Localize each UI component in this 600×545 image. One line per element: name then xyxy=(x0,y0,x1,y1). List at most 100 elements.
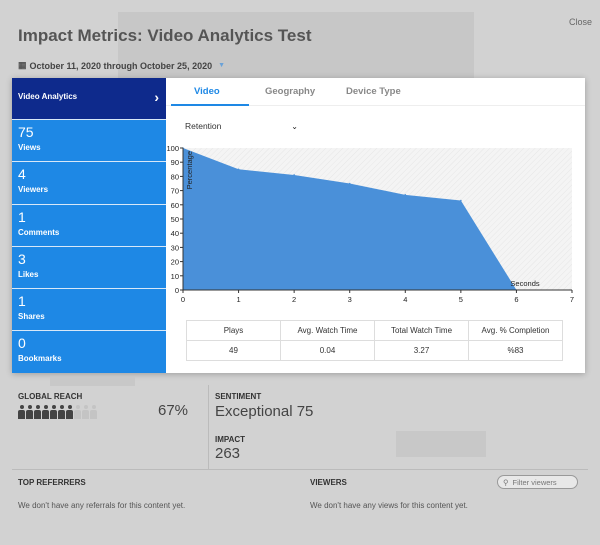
retention-chart: 0 10 20 30 40 50 60 70 80 90 100 0 1 2 3 4 5 6 7 Percentage… xyxy=(166,144,574,304)
metric-label: Shares xyxy=(18,312,45,322)
metric-value: 0 xyxy=(18,335,26,352)
person-icon xyxy=(42,405,49,419)
x-tick-label: 2 xyxy=(292,295,296,304)
metric-shares[interactable]: 1 Shares xyxy=(12,288,166,330)
active-tab-indicator xyxy=(171,104,249,106)
page-title: Impact Metrics: Video Analytics Test xyxy=(18,26,312,45)
stats-header-completion: Avg. % Completion xyxy=(468,320,563,341)
sidebar-title: Video Analytics xyxy=(18,92,78,101)
stats-header-plays: Plays xyxy=(186,320,281,341)
y-tick-label: 10 xyxy=(171,272,179,281)
person-icon xyxy=(18,405,25,419)
stats-value-avg-watch: 0.04 xyxy=(280,340,375,361)
y-tick-label: 80 xyxy=(171,172,179,181)
y-tick-label: 60 xyxy=(171,201,179,210)
metric-views[interactable]: 75 Views xyxy=(12,119,166,161)
person-icon xyxy=(74,405,81,419)
y-tick-label: 100 xyxy=(166,144,179,153)
y-tick-label: 20 xyxy=(171,258,179,267)
stats-value-row: 49 0.04 3.27 %83 xyxy=(186,340,563,361)
impact-value: 263 xyxy=(215,445,241,462)
chevron-right-icon: › xyxy=(154,89,159,105)
metric-value: 4 xyxy=(18,166,26,183)
y-tick-label: 50 xyxy=(171,215,179,224)
sentiment-label: SENTIMENT xyxy=(215,392,262,401)
calendar-icon: ▦ xyxy=(18,60,27,70)
y-tick-label: 30 xyxy=(171,243,179,252)
metric-comments[interactable]: 1 Comments xyxy=(12,203,166,246)
top-referrers-message: We don't have any referrals for this con… xyxy=(18,501,186,510)
data-point xyxy=(460,199,462,202)
metric-value: 75 xyxy=(18,124,34,140)
stats-header-total-watch: Total Watch Time xyxy=(374,320,469,341)
y-tick-label: 40 xyxy=(171,229,179,238)
divider xyxy=(208,385,209,469)
person-icon xyxy=(50,405,57,419)
top-referrers-label: TOP REFERRERS xyxy=(18,478,86,487)
x-tick-label: 3 xyxy=(348,295,352,304)
date-range-picker[interactable]: ▦ October 11, 2020 through October 25, 2… xyxy=(18,60,225,71)
impact-summary: GLOBAL REACH 67% SENTIMENT Exceptional 7… xyxy=(0,373,600,545)
stats-value-total-watch: 3.27 xyxy=(374,340,469,361)
y-axis-label: Percentage xyxy=(185,151,194,189)
divider xyxy=(12,469,588,470)
tab-device-type[interactable]: Device Type xyxy=(346,86,401,97)
metric-select[interactable]: Retention ⌄ xyxy=(182,118,300,134)
data-point xyxy=(237,168,240,171)
x-tick-label: 4 xyxy=(403,295,407,304)
video-analytics-modal: Video Analytics › 75 Views 4 Viewers 1 C… xyxy=(12,78,585,373)
stats-header-row: Plays Avg. Watch Time Total Watch Time A… xyxy=(186,320,563,341)
data-point xyxy=(404,194,407,196)
x-axis-label: Seconds xyxy=(510,279,539,288)
sentiment-value: Exceptional 75 xyxy=(215,403,314,420)
chevron-down-icon: ▼ xyxy=(218,62,226,69)
tab-video[interactable]: Video xyxy=(194,86,220,97)
y-tick-label: 70 xyxy=(171,187,179,196)
metric-bookmarks[interactable]: 0 Bookmarks xyxy=(12,330,166,372)
viewers-message: We don't have any views for this content… xyxy=(310,501,468,510)
filter-viewers-input[interactable]: ⚲ Filter viewers xyxy=(497,475,578,489)
x-tick-label: 1 xyxy=(236,295,240,304)
stats-table: Plays Avg. Watch Time Total Watch Time A… xyxy=(186,320,563,361)
metric-likes[interactable]: 3 Likes xyxy=(12,245,166,288)
chevron-down-icon: ⌄ xyxy=(291,121,298,131)
metric-value: 3 xyxy=(18,250,26,267)
metric-select-value: Retention xyxy=(185,121,222,131)
person-icon xyxy=(90,405,97,419)
impact-label: IMPACT xyxy=(215,435,246,444)
tab-geography[interactable]: Geography xyxy=(265,86,315,97)
date-range-text: October 11, 2020 through October 25, 202… xyxy=(29,60,213,71)
metric-label: Views xyxy=(18,143,41,152)
metric-label: Likes xyxy=(18,269,39,279)
close-link[interactable]: Close xyxy=(569,17,592,27)
data-point xyxy=(348,182,351,185)
filter-placeholder: Filter viewers xyxy=(512,477,557,487)
analytics-tabs: Video Geography Device Type xyxy=(166,78,585,106)
analytics-sidebar: Video Analytics › 75 Views 4 Viewers 1 C… xyxy=(12,78,166,373)
stats-value-plays: 49 xyxy=(186,340,281,361)
global-reach-value: 67% xyxy=(158,402,189,419)
ghost-text xyxy=(50,377,135,386)
metric-label: Comments xyxy=(18,227,60,237)
metric-label: Viewers xyxy=(18,185,49,195)
stats-header-avg-watch: Avg. Watch Time xyxy=(280,320,375,341)
metric-value: 1 xyxy=(18,208,26,225)
sidebar-header[interactable]: Video Analytics › xyxy=(12,78,166,119)
person-icon xyxy=(82,405,89,419)
x-tick-label: 7 xyxy=(570,295,574,304)
x-tick-label: 5 xyxy=(459,295,463,304)
person-icon xyxy=(34,405,41,419)
person-icon xyxy=(26,405,33,419)
y-tick-label: 90 xyxy=(171,158,179,167)
reach-people xyxy=(18,405,97,419)
viewers-label: VIEWERS xyxy=(310,478,347,487)
y-tick-label: 0 xyxy=(175,286,179,295)
stats-value-completion: %83 xyxy=(468,340,563,361)
ghost-panel xyxy=(396,431,486,457)
person-icon xyxy=(58,405,65,419)
search-icon: ⚲ xyxy=(503,477,509,487)
metric-viewers[interactable]: 4 Viewers xyxy=(12,161,166,203)
global-reach-label: GLOBAL REACH xyxy=(18,392,83,401)
person-icon xyxy=(66,405,73,419)
metric-label: Bookmarks xyxy=(18,354,62,364)
